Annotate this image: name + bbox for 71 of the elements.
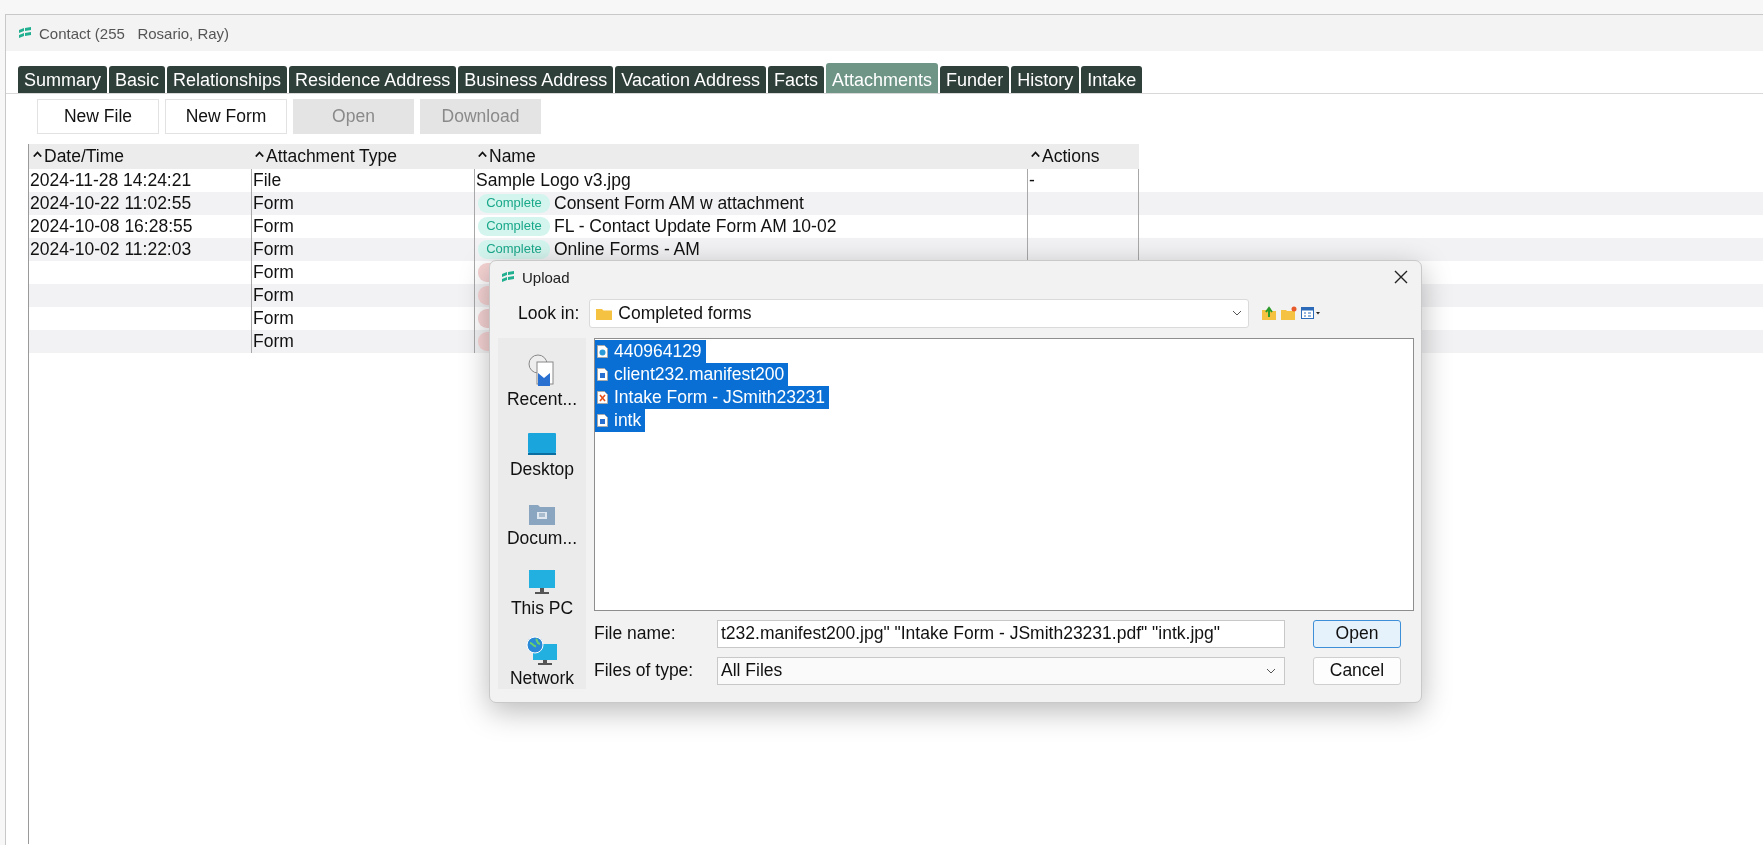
- tab[interactable]: Residence Address: [289, 66, 457, 93]
- tab[interactable]: Summary: [18, 66, 107, 93]
- tab[interactable]: Vacation Address: [615, 66, 767, 93]
- chevron-down-icon: [1232, 310, 1243, 316]
- column-title: Date/Time: [44, 146, 125, 167]
- column-header[interactable]: Actions: [1027, 144, 1139, 169]
- file-name-label: File name:: [594, 623, 677, 644]
- place-button[interactable]: Network: [498, 623, 586, 689]
- tab[interactable]: History: [1011, 66, 1080, 93]
- table-cell-text: 2024-10-08 16:28:55: [29, 215, 194, 238]
- toolbar-button[interactable]: New File: [37, 99, 159, 134]
- app-logo-icon: [18, 27, 32, 39]
- status-badge: Complete: [478, 194, 550, 213]
- file-name-text: FL - Contact Update Form AM 10-02: [554, 216, 837, 237]
- app-logo-icon: [501, 271, 515, 283]
- table-cell: Form: [251, 192, 474, 215]
- window-title: Contact (255 Rosario, Ray): [39, 24, 230, 42]
- image-file-icon: [597, 414, 608, 427]
- look-in-dropdown[interactable]: Completed forms: [589, 298, 1250, 328]
- column-title: Attachment Type: [266, 146, 397, 167]
- file-name-text: Online Forms - AM: [554, 239, 700, 260]
- chevron-down-icon: [1266, 667, 1276, 674]
- column-header[interactable]: Date/Time: [29, 144, 251, 169]
- table-cell: Form: [251, 284, 474, 307]
- web-file-icon: [597, 345, 608, 358]
- view-menu-icon[interactable]: [1301, 306, 1322, 320]
- monitor-icon: [528, 568, 556, 597]
- tab[interactable]: Facts: [768, 66, 825, 93]
- file-item[interactable]: 440964129: [595, 340, 706, 363]
- table-cell: Form: [251, 238, 474, 261]
- dialog-title: Upload: [522, 268, 570, 286]
- tab[interactable]: Relationships: [167, 66, 288, 93]
- column-title: Name: [489, 146, 536, 167]
- place-button[interactable]: This PC: [498, 553, 586, 620]
- place-button[interactable]: Desktop: [498, 413, 586, 480]
- file-type-dropdown[interactable]: All Files: [717, 656, 1285, 685]
- image-file-icon: [597, 368, 608, 381]
- column-header[interactable]: Name: [474, 144, 1027, 169]
- tab[interactable]: Intake: [1081, 66, 1143, 93]
- place-button[interactable]: Docum...: [498, 483, 586, 550]
- file-item[interactable]: client232.manifest200: [595, 363, 789, 386]
- table-cell-text: 2024-10-22 11:02:55: [29, 192, 193, 215]
- table-cell: Form: [251, 330, 474, 353]
- up-folder-icon[interactable]: [1261, 305, 1278, 321]
- table-cell-text: 2024-11-28 14:24:21: [29, 169, 193, 192]
- network-computer-icon: [526, 636, 558, 666]
- toolbar-button[interactable]: New Form: [165, 99, 287, 134]
- close-icon[interactable]: [1394, 270, 1408, 284]
- file-name-field[interactable]: t232.manifest200.jpg" "Intake Form - JSmith23231.pdf" "intk.jpg": [717, 619, 1285, 648]
- recent-items-icon: [527, 352, 557, 387]
- open-button[interactable]: Open: [1313, 619, 1401, 648]
- status-badge: Complete: [478, 217, 550, 236]
- file-name-text: Consent Form AM w attachment: [554, 193, 804, 214]
- tab[interactable]: Business Address: [458, 66, 614, 93]
- tab[interactable]: Funder: [940, 66, 1010, 93]
- pdf-file-icon: [597, 391, 608, 404]
- cancel-button[interactable]: Cancel: [1313, 656, 1401, 685]
- table-cell-text: 2024-10-02 11:22:03: [29, 238, 193, 261]
- file-name-text: Sample Logo v3.jpg: [476, 170, 631, 191]
- desktop-icon: [527, 430, 557, 457]
- documents-folder-icon: [528, 502, 556, 527]
- status-badge: Complete: [478, 240, 550, 259]
- place-button[interactable]: Recent...: [498, 344, 586, 410]
- file-item[interactable]: Intake Form - JSmith23231: [595, 386, 830, 409]
- file-type-label: Files of type:: [594, 660, 695, 681]
- tab[interactable]: Basic: [109, 66, 166, 93]
- file-item[interactable]: intk: [595, 409, 646, 432]
- new-folder-icon[interactable]: [1281, 306, 1298, 320]
- look-in-label: Look in:: [518, 302, 580, 324]
- column-title: Actions: [1042, 146, 1100, 167]
- column-header[interactable]: Attachment Type: [251, 144, 474, 169]
